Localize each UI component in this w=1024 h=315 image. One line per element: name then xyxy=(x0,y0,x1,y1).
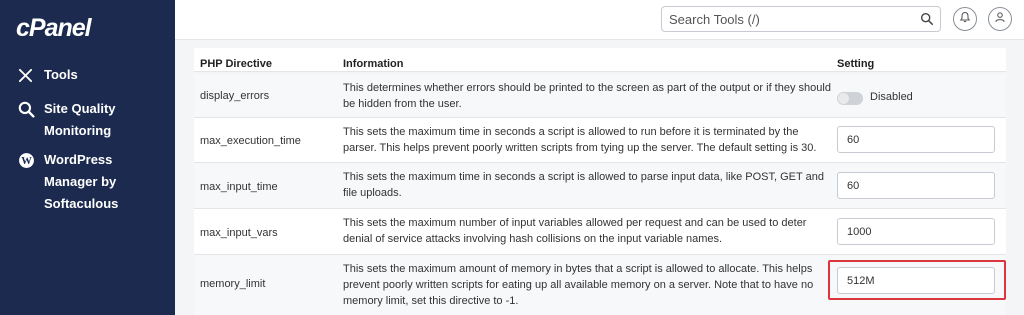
wordpress-icon: W xyxy=(18,149,40,171)
column-header-information: Information xyxy=(343,58,404,70)
sidebar-item-site-quality-monitoring[interactable]: Site Quality Monitoring xyxy=(18,98,138,142)
display-errors-toggle[interactable] xyxy=(837,92,863,105)
max-execution-time-input[interactable] xyxy=(837,126,995,153)
max-input-time-input[interactable] xyxy=(837,172,995,199)
toggle-knob xyxy=(838,93,849,104)
max-input-vars-input[interactable] xyxy=(837,218,995,245)
sidebar-item-tools[interactable]: Tools xyxy=(18,64,78,86)
directive-name: max_execution_time xyxy=(200,135,301,147)
directive-name: max_input_time xyxy=(200,181,278,193)
search-input[interactable] xyxy=(669,11,909,27)
sidebar-item-wordpress-manager[interactable]: W WordPress Manager by Softaculous xyxy=(18,149,168,215)
search-quality-icon xyxy=(18,98,40,120)
main-content: PHP Directive Information Setting displa… xyxy=(175,40,1024,315)
table-row: max_input_time This sets the maximum tim… xyxy=(194,163,1006,209)
toggle-state-label: Disabled xyxy=(870,91,913,103)
search-icon[interactable] xyxy=(920,12,934,31)
bell-icon xyxy=(959,10,971,28)
svg-text:W: W xyxy=(21,156,32,167)
column-header-setting: Setting xyxy=(837,58,875,70)
table-row: display_errors This determines whether e… xyxy=(194,74,1006,118)
memory-limit-input[interactable] xyxy=(837,267,995,294)
sidebar-item-label: WordPress Manager by Softaculous xyxy=(44,152,119,211)
sidebar-item-label: Site Quality Monitoring xyxy=(44,101,116,138)
tools-icon xyxy=(18,64,40,86)
directive-info: This sets the maximum amount of memory i… xyxy=(343,263,814,307)
top-header xyxy=(175,0,1024,40)
directive-info: This sets the maximum number of input va… xyxy=(343,217,807,245)
table-header-row: PHP Directive Information Setting xyxy=(194,48,1006,72)
directive-info: This sets the maximum time in seconds a … xyxy=(343,171,824,199)
directive-name: memory_limit xyxy=(200,278,266,290)
table-row: max_execution_time This sets the maximum… xyxy=(194,118,1006,163)
notifications-button[interactable] xyxy=(953,7,977,31)
table-row: max_input_vars This sets the maximum num… xyxy=(194,209,1006,255)
table-row: memory_limit This sets the maximum amoun… xyxy=(194,255,1006,315)
directive-name: display_errors xyxy=(200,90,270,102)
user-menu-button[interactable] xyxy=(988,7,1012,31)
column-header-directive: PHP Directive xyxy=(200,58,272,70)
sidebar: cPanel Tools Site Quality Monitoring W W… xyxy=(0,0,175,315)
user-icon xyxy=(994,10,1006,28)
sidebar-item-label: Tools xyxy=(44,67,78,82)
directive-info: This determines whether errors should be… xyxy=(343,82,831,110)
search-box[interactable] xyxy=(661,6,941,32)
directive-name: max_input_vars xyxy=(200,227,278,239)
cpanel-logo[interactable]: cPanel xyxy=(16,14,92,43)
directive-info: This sets the maximum time in seconds a … xyxy=(343,126,817,154)
